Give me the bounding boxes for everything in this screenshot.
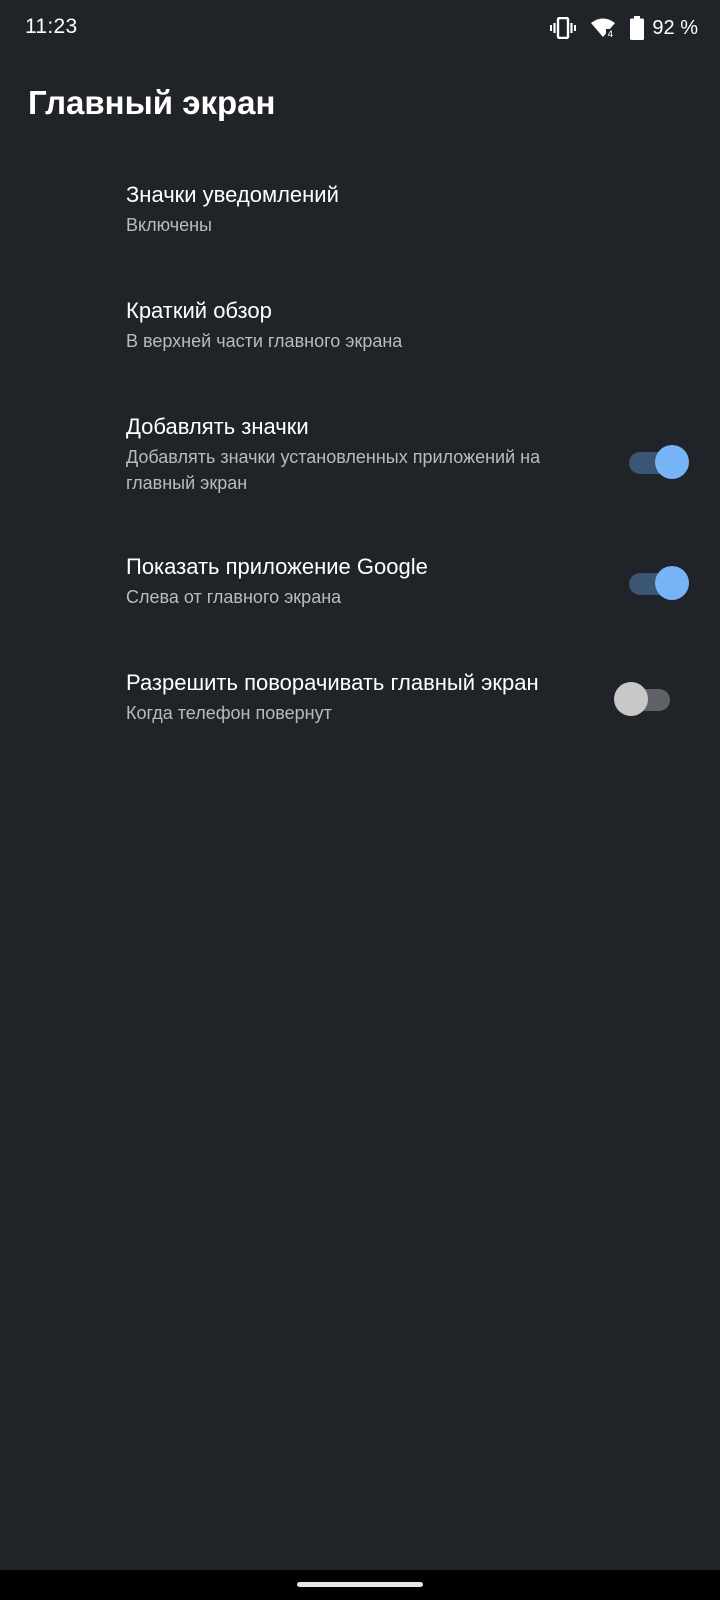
- toggle-thumb: [655, 566, 689, 600]
- status-bar: 11:23 4 92 %: [0, 0, 720, 56]
- status-icons: 4 92 %: [550, 13, 698, 43]
- wifi-icon: 4: [590, 17, 616, 39]
- battery-percent: 92 %: [652, 16, 698, 39]
- setting-title: Показать приложение Google: [126, 554, 428, 579]
- svg-text:4: 4: [608, 30, 614, 39]
- toggle-thumb: [614, 682, 648, 716]
- app-bar: Главный экран: [0, 56, 720, 152]
- vibrate-icon: [550, 17, 577, 39]
- setting-allow-rotation[interactable]: Разрешить поворачивать главный экран Ког…: [0, 640, 720, 780]
- setting-summary: Включены: [126, 215, 212, 235]
- setting-title: Добавлять значки: [126, 414, 309, 439]
- setting-add-icons[interactable]: Добавлять значки Добавлять значки устано…: [0, 384, 720, 524]
- navigation-bar: [0, 1570, 720, 1600]
- setting-summary: В верхней части главного экрана: [126, 331, 403, 351]
- setting-title: Краткий обзор: [126, 298, 272, 323]
- page-title: Главный экран: [28, 84, 276, 121]
- setting-notification-dots[interactable]: Значки уведомлений Включены: [0, 152, 720, 268]
- setting-summary: Добавлять значки установленных приложени…: [126, 447, 541, 493]
- setting-text: Значки уведомлений Включены: [126, 182, 546, 238]
- setting-title: Значки уведомлений: [126, 182, 339, 207]
- setting-summary: Когда телефон повернут: [126, 703, 332, 723]
- setting-at-a-glance[interactable]: Краткий обзор В верхней части главного э…: [0, 268, 720, 384]
- setting-summary: Слева от главного экрана: [126, 587, 342, 607]
- setting-text: Краткий обзор В верхней части главного э…: [126, 298, 546, 354]
- setting-text: Показать приложение Google Слева от глав…: [126, 554, 546, 610]
- settings-list: Значки уведомлений Включены Краткий обзо…: [0, 152, 720, 780]
- setting-text: Разрешить поворачивать главный экран Ког…: [126, 670, 546, 726]
- battery-icon: [630, 16, 645, 40]
- setting-show-google-app[interactable]: Показать приложение Google Слева от глав…: [0, 524, 720, 640]
- setting-text: Добавлять значки Добавлять значки устано…: [126, 414, 546, 496]
- home-screen-settings: 11:23 4 92 % Главный экран Значки уведом…: [0, 0, 720, 1600]
- home-gesture-handle[interactable]: [297, 1582, 423, 1587]
- add-icons-toggle[interactable]: [627, 444, 689, 482]
- setting-title: Разрешить поворачивать главный экран: [126, 670, 539, 695]
- allow-rotation-toggle[interactable]: [614, 681, 674, 719]
- status-time: 11:23: [25, 15, 78, 38]
- toggle-thumb: [655, 445, 689, 479]
- show-google-app-toggle[interactable]: [627, 565, 689, 603]
